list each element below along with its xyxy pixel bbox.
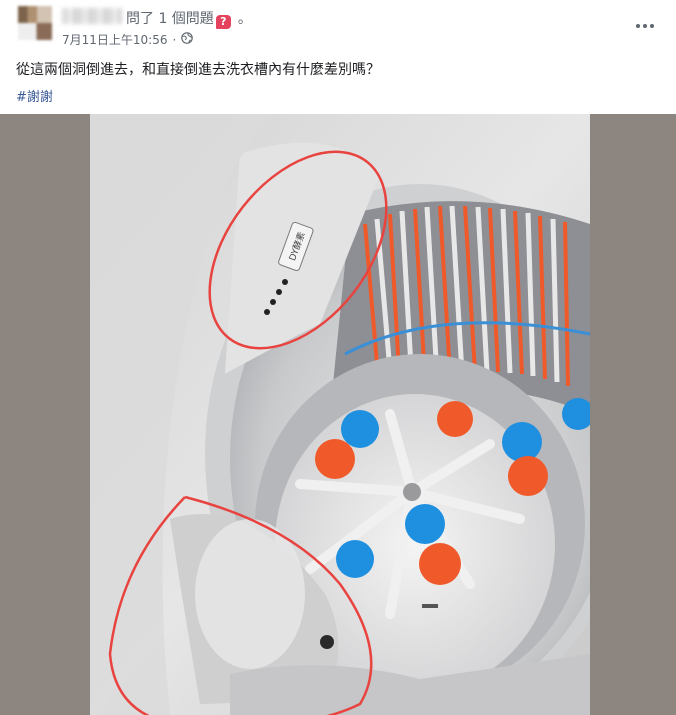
- background-right: [590, 114, 676, 715]
- meta-separator: ·: [172, 32, 177, 47]
- hashtag-link[interactable]: #謝謝: [16, 86, 53, 105]
- author-name-redacted[interactable]: [62, 8, 122, 24]
- washing-machine-photo: DY酵素: [0, 114, 676, 715]
- post-action: 問了 1 個問題? 。: [126, 8, 252, 29]
- post-meta: 7月11日上午10:56 ·: [62, 31, 194, 48]
- disc-marking: [422, 604, 438, 608]
- background-left: [0, 114, 90, 715]
- post-photo[interactable]: DY酵素: [0, 114, 676, 715]
- bleach-inlet-stain: [195, 519, 305, 669]
- more-horizontal-icon[interactable]: [632, 16, 658, 36]
- globe-icon[interactable]: [181, 32, 194, 47]
- post-body-text: 從這兩個洞倒進去，和直接倒進去洗衣槽內有什麼差別嗎？: [16, 62, 380, 78]
- avatar[interactable]: [18, 6, 52, 40]
- post-header: 問了 1 個問題? 。 7月11日上午10:56 · 從這兩個洞倒進去，和直接倒進…: [0, 0, 676, 112]
- pulsator-hub: [403, 483, 421, 501]
- post-action-suffix: 。: [237, 11, 252, 27]
- post-timestamp[interactable]: 7月11日上午10:56: [62, 31, 168, 48]
- post-action-text: 問了 1 個問題: [126, 11, 214, 27]
- bleach-inlet-hole: [320, 635, 334, 649]
- question-badge-icon: ?: [215, 15, 231, 29]
